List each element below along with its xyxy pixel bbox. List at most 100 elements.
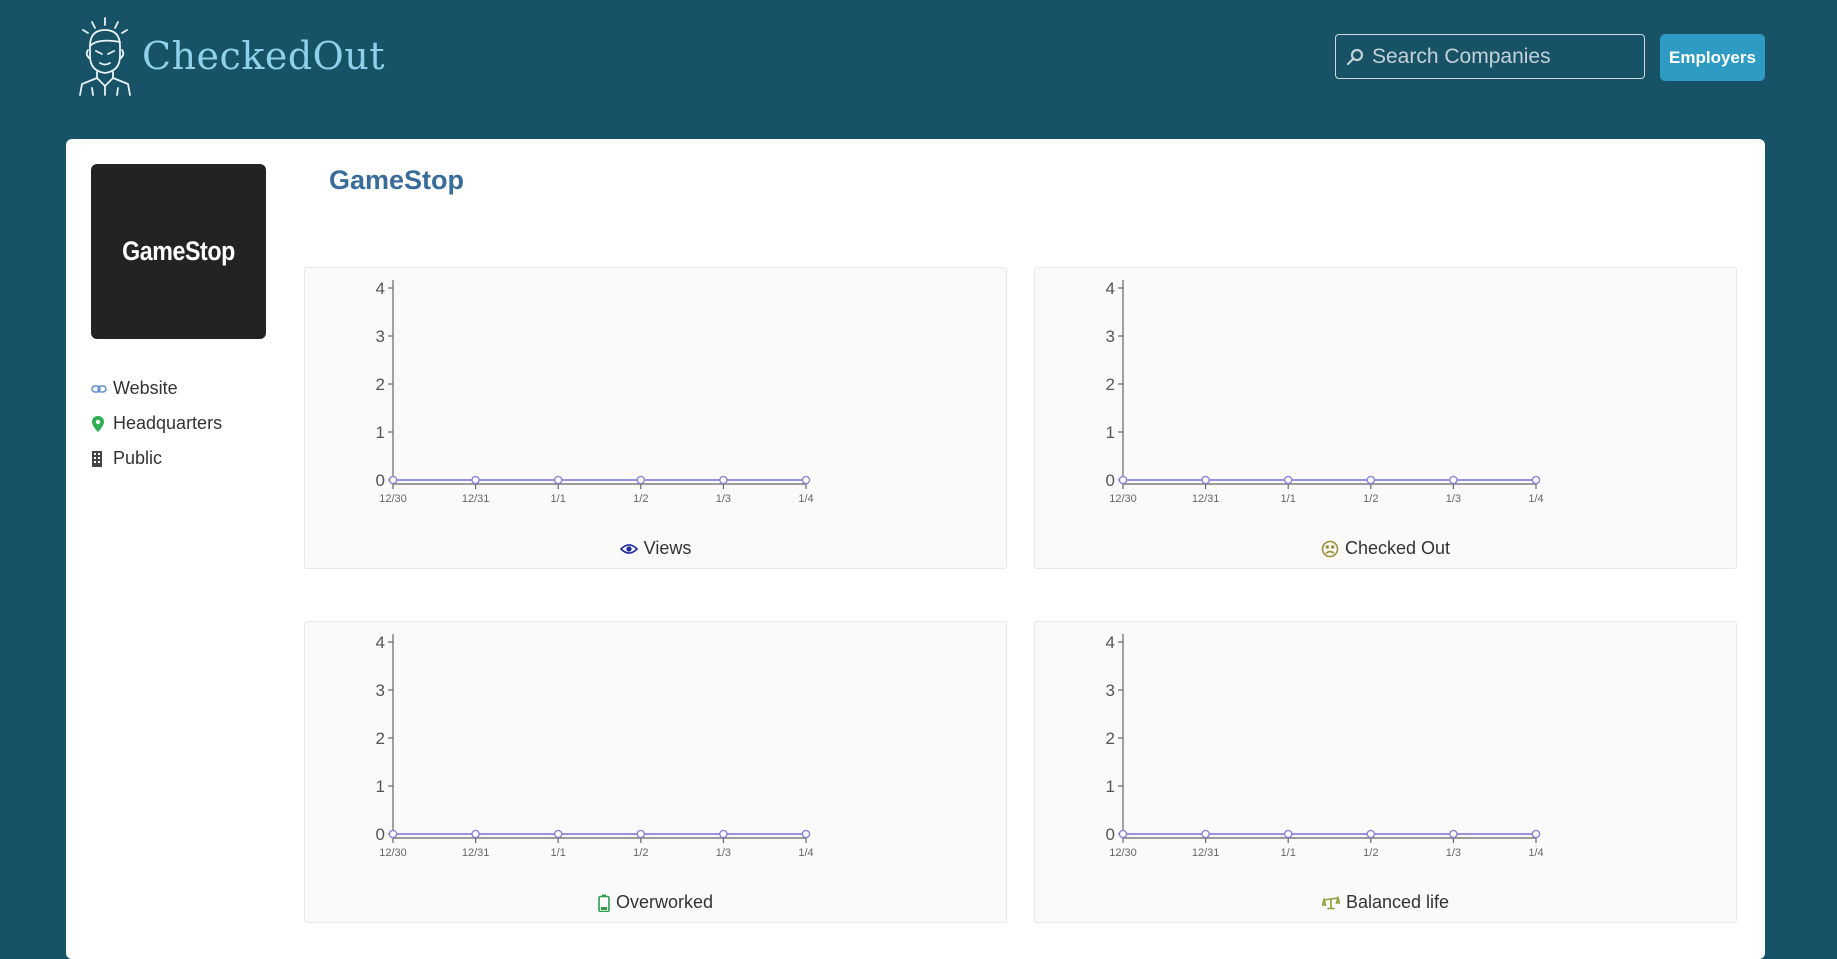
x-tick-label: 1/1 xyxy=(1281,493,1296,505)
y-tick-label: 2 xyxy=(376,375,385,394)
thinking-man-icon xyxy=(79,17,131,96)
overworked-chart: 0 1 2 3 4 12/30 12/31 1/1 1/2 1/3 1/4 xyxy=(376,633,814,859)
search-icon xyxy=(1346,48,1364,65)
data-point[interactable] xyxy=(1531,475,1541,485)
checked-out-chart-panel: 0 1 2 3 4 12/30 12/31 1/1 1/2 1/3 1/4 Checked Out xyxy=(1034,267,1737,569)
y-tick-label: 1 xyxy=(376,777,385,796)
balanced-life-caption: Balanced life xyxy=(1035,892,1736,913)
x-tick-label: 1/2 xyxy=(1363,493,1378,505)
x-tick-label: 1/4 xyxy=(798,847,813,859)
x-tick-label: 12/31 xyxy=(462,847,490,859)
public-label: Public xyxy=(113,448,163,468)
employers-button[interactable]: Employers xyxy=(1660,34,1765,81)
x-tick-label: 1/3 xyxy=(1446,847,1461,859)
x-tick-label: 1/2 xyxy=(633,847,648,859)
x-tick-label: 1/2 xyxy=(1363,847,1378,859)
link-icon xyxy=(91,384,107,393)
data-point[interactable] xyxy=(1201,829,1210,839)
data-point[interactable] xyxy=(471,475,480,485)
balanced-life-chart: 0 1 2 3 4 12/30 12/31 1/1 1/2 1/3 1/4 xyxy=(1106,633,1544,859)
y-tick-label: 0 xyxy=(1106,471,1115,490)
x-tick-label: 1/1 xyxy=(551,847,566,859)
x-tick-label: 12/31 xyxy=(1192,847,1220,859)
brand-logo[interactable]: CheckedOut xyxy=(76,16,385,96)
data-point[interactable] xyxy=(1531,829,1541,839)
x-tick-label: 1/4 xyxy=(1528,493,1543,505)
headquarters-link[interactable]: Headquarters xyxy=(91,406,222,441)
y-tick-label: 2 xyxy=(376,729,385,748)
x-tick-label: 1/4 xyxy=(1528,847,1543,859)
y-tick-label: 4 xyxy=(1106,633,1115,652)
headquarters-label: Headquarters xyxy=(113,413,223,433)
data-point[interactable] xyxy=(553,475,563,485)
company-logo: GameStop xyxy=(91,164,266,339)
views-chart-panel: 0 1 2 3 4 12/30 12/31 1/1 1/2 1/3 1/4 Views xyxy=(304,267,1007,569)
x-tick-label: 12/30 xyxy=(1109,847,1137,859)
data-point[interactable] xyxy=(553,829,563,839)
data-point[interactable] xyxy=(388,475,398,485)
company-logo-text: GameStop xyxy=(122,236,235,266)
data-point[interactable] xyxy=(1118,475,1128,485)
data-point[interactable] xyxy=(1283,475,1293,485)
data-point[interactable] xyxy=(1449,475,1458,485)
views-caption: Views xyxy=(305,538,1006,559)
data-point[interactable] xyxy=(636,829,646,839)
y-tick-label: 3 xyxy=(1106,327,1115,346)
balanced-life-chart-panel: 0 1 2 3 4 12/30 12/31 1/1 1/2 1/3 1/4 Balanced lif… xyxy=(1034,621,1737,923)
data-point[interactable] xyxy=(801,829,811,839)
y-tick-label: 2 xyxy=(1106,375,1115,394)
company-card: GameStop Website Headquarters Public Gam… xyxy=(66,139,1765,959)
x-tick-label: 12/31 xyxy=(462,493,490,505)
data-point[interactable] xyxy=(636,475,646,485)
website-link[interactable]: Website xyxy=(91,371,222,406)
website-label: Website xyxy=(113,378,178,398)
y-tick-label: 1 xyxy=(1106,423,1115,442)
views-chart: 0 1 2 3 4 12/30 12/31 1/1 1/2 1/3 1/4 xyxy=(376,279,814,505)
y-tick-label: 3 xyxy=(376,681,385,700)
y-tick-label: 3 xyxy=(1106,681,1115,700)
checked-out-caption: Checked Out xyxy=(1035,538,1736,559)
views-label: Views xyxy=(643,538,692,558)
x-tick-label: 12/31 xyxy=(1192,493,1220,505)
data-point[interactable] xyxy=(1283,829,1293,839)
data-point[interactable] xyxy=(1118,829,1128,839)
x-tick-label: 1/2 xyxy=(633,493,648,505)
overworked-label: Overworked xyxy=(615,892,714,912)
data-point[interactable] xyxy=(719,829,728,839)
data-point[interactable] xyxy=(388,829,398,839)
map-pin-icon xyxy=(92,415,104,432)
x-tick-label: 1/1 xyxy=(1281,847,1296,859)
data-point[interactable] xyxy=(1366,829,1376,839)
search-box[interactable] xyxy=(1335,34,1645,79)
data-point[interactable] xyxy=(471,829,480,839)
data-point[interactable] xyxy=(1449,829,1458,839)
data-point[interactable] xyxy=(1201,475,1210,485)
x-tick-label: 12/30 xyxy=(1109,493,1137,505)
sad-face-icon xyxy=(1321,540,1339,557)
checked-out-chart: 0 1 2 3 4 12/30 12/31 1/1 1/2 1/3 1/4 xyxy=(1106,279,1544,505)
x-tick-label: 1/3 xyxy=(1446,493,1461,505)
data-point[interactable] xyxy=(801,475,811,485)
x-tick-label: 1/1 xyxy=(551,493,566,505)
y-tick-label: 1 xyxy=(376,423,385,442)
y-tick-label: 0 xyxy=(376,825,385,844)
scale-icon xyxy=(1321,895,1340,909)
brand-name: CheckedOut xyxy=(142,34,386,78)
y-tick-label: 0 xyxy=(1106,825,1115,844)
overworked-chart-panel: 0 1 2 3 4 12/30 12/31 1/1 1/2 1/3 1/4 Overworked xyxy=(304,621,1007,923)
public-status: Public xyxy=(91,441,222,476)
x-tick-label: 1/3 xyxy=(716,493,731,505)
x-tick-label: 12/30 xyxy=(379,493,407,505)
y-tick-label: 4 xyxy=(376,633,385,652)
balanced-life-label: Balanced life xyxy=(1345,892,1450,912)
top-header: CheckedOut Employers xyxy=(0,0,1837,139)
company-info-list: Website Headquarters Public xyxy=(91,371,222,476)
x-tick-label: 12/30 xyxy=(379,847,407,859)
y-tick-label: 4 xyxy=(376,279,385,298)
data-point[interactable] xyxy=(1366,475,1376,485)
checked-out-label: Checked Out xyxy=(1344,538,1451,558)
data-point[interactable] xyxy=(719,475,728,485)
y-tick-label: 3 xyxy=(376,327,385,346)
company-title: GameStop xyxy=(329,165,465,195)
search-input[interactable] xyxy=(1370,43,1634,70)
